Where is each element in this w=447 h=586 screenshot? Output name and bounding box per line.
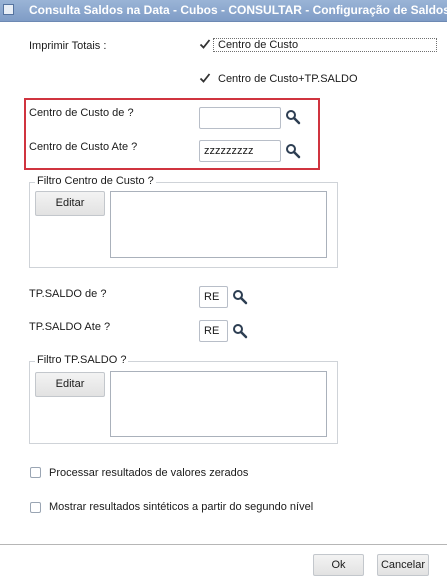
search-icon[interactable] <box>232 323 248 339</box>
cost-center-total-checkbox[interactable] <box>199 38 211 49</box>
tpsaldo-to-input[interactable]: RE <box>199 320 228 342</box>
title-bar[interactable]: Consulta Saldos na Data - Cubos - CONSUL… <box>0 0 447 22</box>
tpsaldo-from-input[interactable]: RE <box>199 286 228 308</box>
cost-center-from-input[interactable] <box>199 107 281 129</box>
search-icon[interactable] <box>285 109 301 125</box>
filter-cost-center-textarea[interactable] <box>110 191 327 258</box>
filter-tpsaldo-label: Filtro TP.SALDO ? <box>35 354 129 366</box>
cost-center-total-label: Centro de Custo <box>218 39 299 51</box>
cost-center-tpsaldo-total-checkbox[interactable] <box>199 72 211 83</box>
zero-values-label: Processar resultados de valores zerados <box>49 467 249 479</box>
search-icon[interactable] <box>232 289 248 305</box>
window-title: Consulta Saldos na Data - Cubos - CONSUL… <box>29 3 447 17</box>
cost-center-tpsaldo-total-label: Centro de Custo+TP.SALDO <box>218 73 358 85</box>
edit-tpsaldo-filter-button[interactable]: Editar <box>35 372 105 397</box>
cost-center-to-label: Centro de Custo Ate ? <box>29 141 138 153</box>
print-totals-label: Imprimir Totais : <box>29 40 107 52</box>
tpsaldo-to-label: TP.SALDO Ate ? <box>29 321 111 333</box>
zero-values-checkbox[interactable] <box>30 467 41 478</box>
filter-cost-center-label: Filtro Centro de Custo ? <box>35 175 156 187</box>
synthetic-results-label: Mostrar resultados sintéticos a partir d… <box>49 501 314 513</box>
cost-center-from-label: Centro de Custo de ? <box>29 107 134 119</box>
edit-cost-center-filter-button[interactable]: Editar <box>35 191 105 216</box>
app-icon <box>3 4 14 15</box>
checkmark-icon <box>199 73 211 83</box>
cost-center-to-input[interactable]: zzzzzzzzz <box>199 140 281 162</box>
filter-tpsaldo-textarea[interactable] <box>110 371 327 437</box>
synthetic-results-checkbox[interactable] <box>30 502 41 513</box>
search-icon[interactable] <box>285 143 301 159</box>
footer-divider <box>0 544 447 545</box>
ok-button[interactable]: Ok <box>313 554 364 576</box>
cancel-button[interactable]: Cancelar <box>377 554 429 576</box>
checkmark-icon <box>199 39 211 49</box>
tpsaldo-from-label: TP.SALDO de ? <box>29 288 107 300</box>
